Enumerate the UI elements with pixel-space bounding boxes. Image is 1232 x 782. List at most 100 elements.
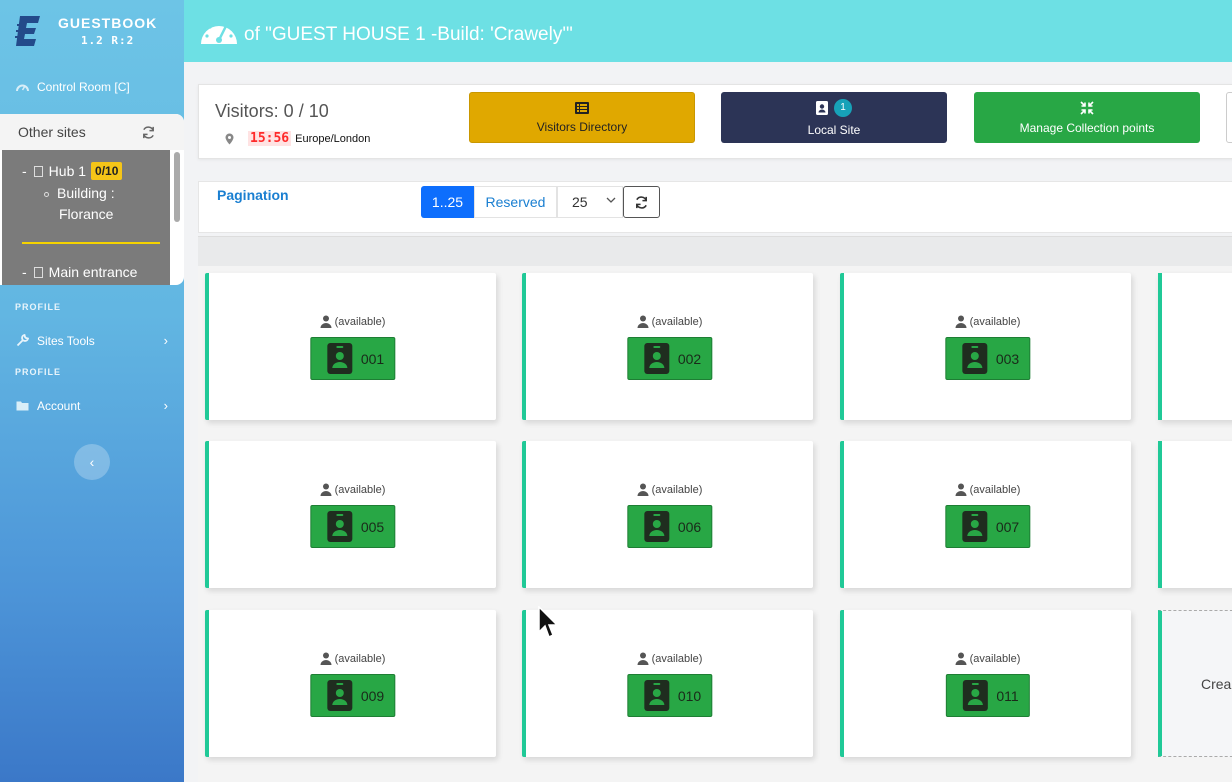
site-item-hub-1[interactable]: - Hub 1 0/10 [22,162,123,180]
visitors-panel: Visitors: 0 / 10 15:56 Europe/London Vis… [198,84,1232,159]
visitor-card[interactable]: (available) 011 [840,610,1131,757]
pagination-panel: Pagination 1..25 Reserved 25 [198,181,1232,233]
visitor-card[interactable]: (available) 001 [205,273,496,420]
page-size-select[interactable]: 25 [557,186,623,218]
visitor-card[interactable]: (available) 006 [522,441,813,588]
gauge-icon [16,84,29,92]
card-status: (available) [209,315,496,328]
hub-count-badge: 0/10 [91,162,123,180]
section-label-profile: PROFILE [15,302,62,312]
sidebar-item-account[interactable]: Account › [16,398,168,413]
card-status: (available) [526,483,813,496]
badge-button[interactable]: 001 [309,337,396,380]
id-badge-icon [961,511,987,542]
id-badge-icon [962,680,988,711]
refresh-icon[interactable] [141,125,156,140]
card-status: (available) [844,483,1131,496]
chevron-down-icon [606,197,616,203]
contact-card-icon [816,100,828,115]
local-site-button[interactable]: 1 Local Site [721,92,947,143]
building-icon [33,165,43,177]
refresh-button[interactable] [623,186,660,218]
visitors-directory-button[interactable]: Visitors Directory [469,92,695,143]
brand-title: GUESTBOOK [58,15,158,31]
circle-bullet-icon [44,191,49,197]
card-partial[interactable] [1158,441,1232,588]
guestbook-logo-icon [15,16,40,46]
badge-button[interactable]: 002 [626,337,713,380]
card-status-text: (available) [651,652,703,665]
user-icon [320,315,332,328]
site-item-building[interactable]: Building : Florance [44,183,115,225]
visitor-card[interactable]: (available) 007 [840,441,1131,588]
page-range-button[interactable]: 1..25 [421,186,474,218]
visitor-card[interactable]: (available) 002 [522,273,813,420]
extra-action-button[interactable] [1226,92,1232,143]
id-badge-icon [643,680,669,711]
card-partial[interactable] [1158,273,1232,420]
badge-button[interactable]: 010 [626,674,713,717]
card-status-text: (available) [651,483,703,496]
badge-button[interactable]: 007 [944,505,1031,548]
visitor-card[interactable]: (available) 003 [840,273,1131,420]
card-status: (available) [526,315,813,328]
hub-label: Hub 1 [48,163,87,179]
other-sites-list: - Hub 1 0/10 Building : Florance - Main … [2,150,170,285]
site-item-main-entrance[interactable]: - Main entrance [22,264,137,280]
card-number: 010 [677,687,702,704]
card-status: (available) [526,652,813,665]
toolbar-strip [198,236,1232,266]
other-sites-title: Other sites [18,124,86,140]
user-icon [637,652,649,665]
wrench-icon [16,334,29,347]
badge-button[interactable]: 011 [945,674,1030,717]
manage-collection-points-label: Manage Collection points [1019,120,1155,135]
user-icon [637,315,649,328]
list-icon [575,101,589,114]
main-entrance-label: Main entrance [48,264,138,280]
card-number: 001 [360,350,385,367]
local-site-count-badge: 1 [834,98,852,117]
sidebar: GUESTBOOK 1.2 R:2 Control Room [C] Other… [0,0,184,782]
control-room-link[interactable]: Control Room [C] [16,80,130,94]
badge-button[interactable]: 006 [626,505,713,548]
badge-button[interactable]: 009 [309,674,396,717]
card-status-text: (available) [334,315,386,328]
card-number: 011 [996,687,1019,704]
clock-row: 15:56 Europe/London [225,131,370,146]
card-number: 006 [677,518,702,535]
refresh-icon [636,195,647,209]
badge-button[interactable]: 003 [944,337,1031,380]
other-sites-panel: Other sites - Hub 1 0/10 Building : Flor… [0,114,184,285]
id-badge-icon [326,343,352,374]
badge-button[interactable]: 005 [309,505,396,548]
card-number: 009 [360,687,385,704]
visitor-card[interactable]: (available) 009 [205,610,496,757]
card-status: (available) [209,483,496,496]
local-site-label: Local Site [807,122,861,137]
visitor-card[interactable]: (available) 005 [205,441,496,588]
brand-version: 1.2 R:2 [80,34,135,47]
user-icon [320,652,332,665]
card-status-text: (available) [969,315,1021,328]
card-status-text: (available) [651,315,703,328]
card-status: (available) [844,652,1131,665]
visitor-card[interactable]: (available) 010 [522,610,813,757]
reserved-button[interactable]: Reserved [474,186,557,218]
create-card-button[interactable]: Crea [1158,610,1232,757]
building-icon [33,266,43,278]
visitors-count: Visitors: 0 / 10 [215,101,329,121]
sidebar-item-sites-tools[interactable]: Sites Tools › [16,333,168,348]
create-card-label: Crea [1201,675,1232,692]
scrollbar-thumb[interactable] [174,152,180,222]
id-badge-icon [643,511,669,542]
manage-collection-points-button[interactable]: Manage Collection points [974,92,1200,143]
visitors-directory-label: Visitors Directory [536,119,628,134]
building-label-1: Building : [57,185,115,201]
user-icon [955,315,967,328]
user-icon [320,483,332,496]
map-marker-icon [225,133,234,144]
collapse-sidebar-button[interactable]: ‹ [74,444,110,480]
id-badge-icon [326,511,352,542]
chevron-left-icon: ‹ [89,454,95,470]
